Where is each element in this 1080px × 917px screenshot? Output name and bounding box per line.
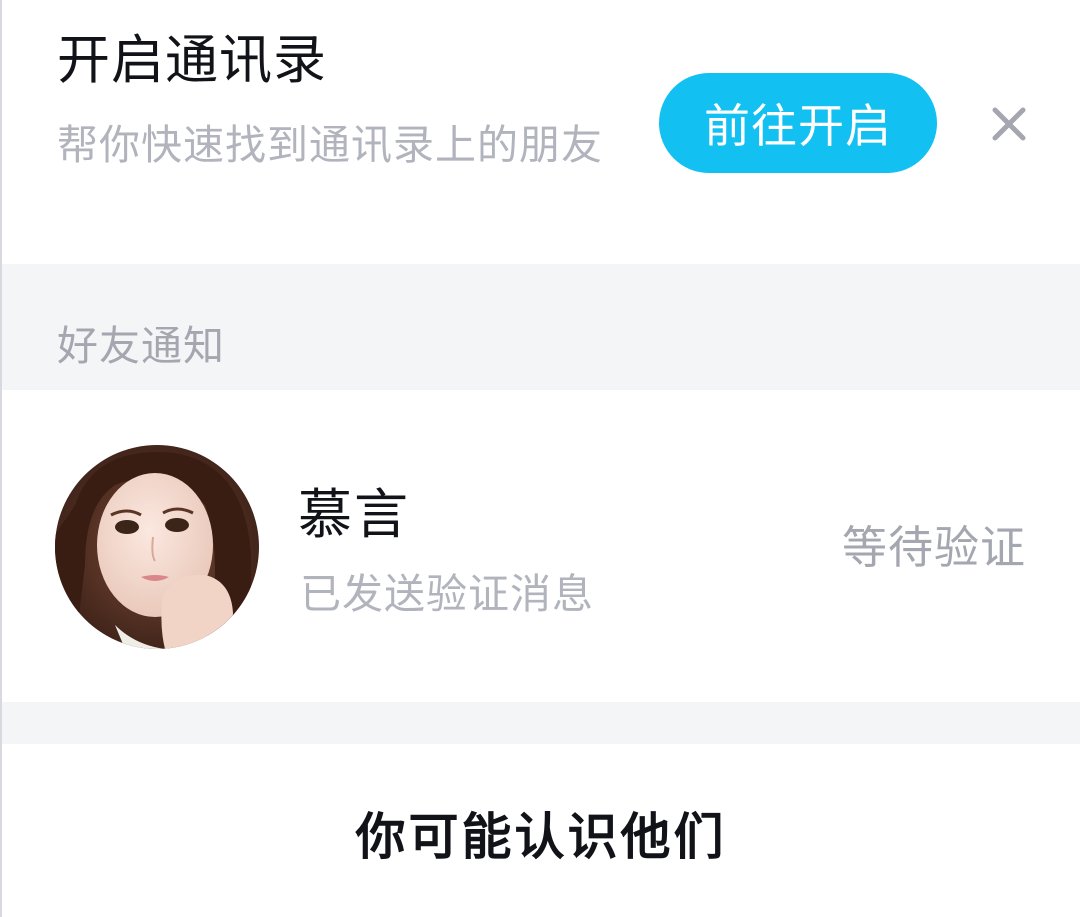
banner-title: 开启通讯录 <box>57 30 327 91</box>
banner-subtitle: 帮你快速找到通讯录上的朋友 <box>57 121 603 169</box>
friend-notification-item[interactable]: 慕言 已发送验证消息 等待验证 <box>2 390 1080 702</box>
friend-name: 慕言 <box>298 483 410 546</box>
section-divider <box>2 702 1080 744</box>
friend-status-text: 已发送验证消息 <box>300 570 594 618</box>
suggestions-title: 你可能认识他们 <box>355 808 727 866</box>
enable-contacts-button[interactable]: 前往开启 <box>659 73 937 173</box>
avatar[interactable] <box>55 445 259 649</box>
contacts-permission-banner: 开启通讯录 帮你快速找到通讯录上的朋友 前往开启 <box>2 0 1080 264</box>
new-friends-page: 开启通讯录 帮你快速找到通讯录上的朋友 前往开启 好友通知 慕言 已发送验证消息… <box>0 0 1080 917</box>
avatar-photo <box>55 445 259 649</box>
section-label-friend-notifications: 好友通知 <box>57 322 225 370</box>
verification-state-label: 等待验证 <box>841 521 1026 574</box>
close-banner-button[interactable] <box>984 99 1034 149</box>
close-icon <box>992 107 1026 141</box>
